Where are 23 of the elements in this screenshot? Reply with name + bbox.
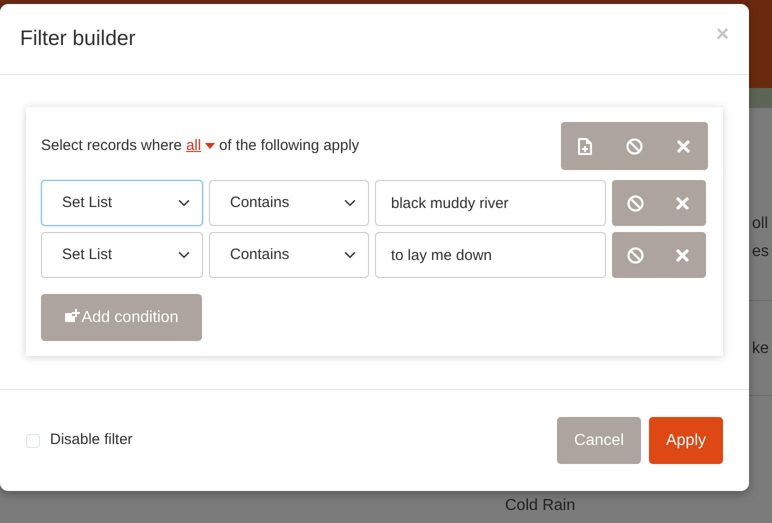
ban-icon bbox=[627, 194, 644, 212]
value-field[interactable]: to lay me down bbox=[375, 232, 606, 278]
match-sentence: Select records where all of the following apply bbox=[41, 136, 360, 156]
ban-icon bbox=[627, 246, 644, 264]
document-plus-icon bbox=[578, 138, 593, 154]
background-text: ke bbox=[752, 339, 769, 359]
background-text: es bbox=[752, 242, 769, 262]
field-select[interactable]: Set List bbox=[41, 232, 203, 278]
background-text: Cold Rain bbox=[505, 496, 576, 516]
modal-title: Filter builder bbox=[20, 26, 136, 52]
operator-select[interactable]: Contains bbox=[209, 180, 369, 226]
ban-icon bbox=[626, 138, 643, 154]
field-select[interactable]: Set List bbox=[41, 180, 203, 226]
apply-button[interactable]: Apply bbox=[648, 417, 723, 464]
checkbox-label: Disable filter bbox=[50, 430, 133, 450]
match-mode-link[interactable]: all bbox=[186, 136, 202, 154]
operator-select[interactable]: Contains bbox=[209, 232, 369, 278]
value-field[interactable]: black muddy river bbox=[375, 180, 606, 226]
close-icon bbox=[676, 248, 689, 262]
close-icon bbox=[677, 140, 690, 152]
disable-filter-checkbox[interactable] bbox=[26, 434, 40, 448]
background-text: oll bbox=[752, 214, 768, 234]
close-icon bbox=[676, 196, 689, 210]
